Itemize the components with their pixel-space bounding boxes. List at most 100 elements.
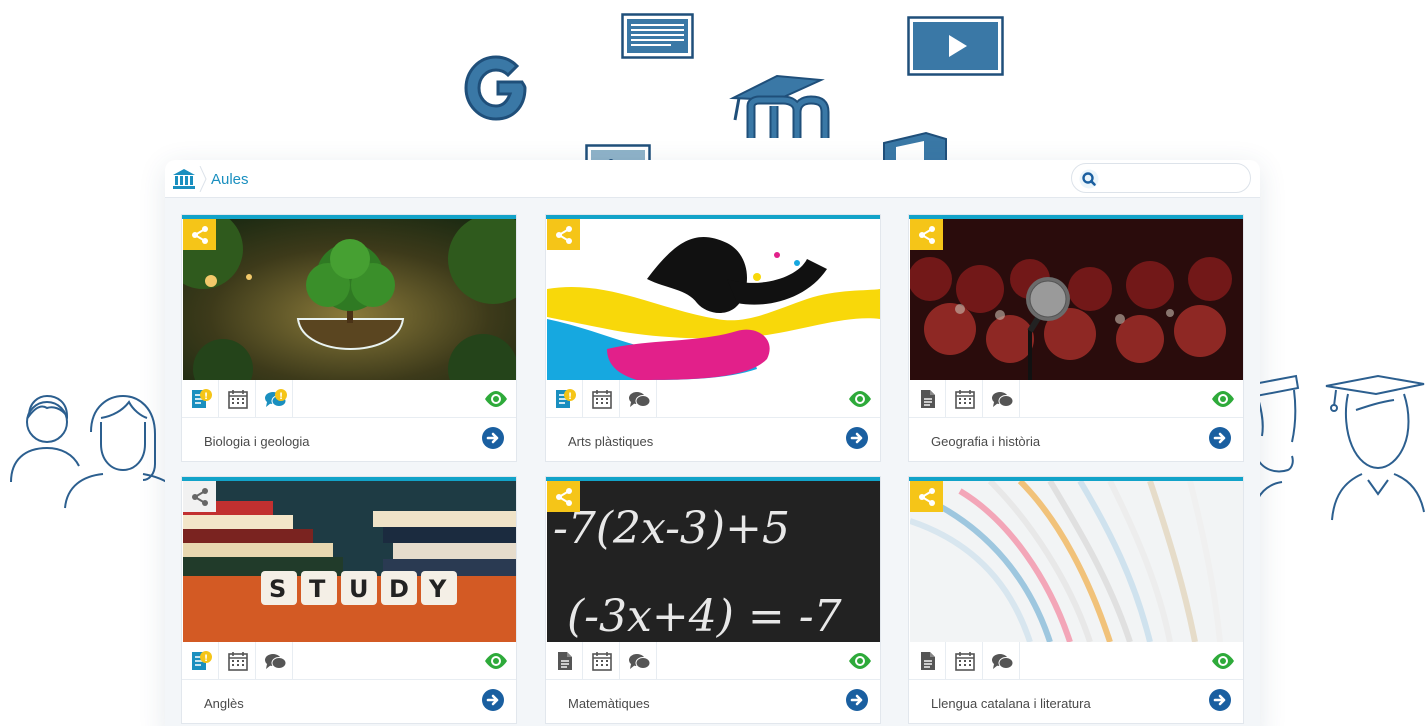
notes-tool[interactable]: [546, 642, 583, 680]
calendar-tool[interactable]: [219, 380, 256, 418]
course-card[interactable]: Geografia i història: [908, 214, 1244, 462]
chat-tool[interactable]: [983, 642, 1020, 680]
breadcrumb-aules[interactable]: Aules: [211, 171, 249, 188]
share-button[interactable]: [183, 481, 216, 512]
chat-icon: [629, 392, 651, 407]
eye-icon[interactable]: [1211, 388, 1235, 410]
notes-tool[interactable]: [909, 642, 946, 680]
course-card[interactable]: S T U D Y ! Anglès: [181, 476, 517, 724]
breadcrumb-separator-icon: [199, 166, 207, 192]
arrow-right-circle-icon[interactable]: [482, 427, 504, 449]
course-title[interactable]: Biologia i geologia: [204, 434, 310, 449]
moodle-icon: [729, 74, 830, 138]
notes-tool[interactable]: [909, 380, 946, 418]
course-title[interactable]: Llengua catalana i literatura: [931, 696, 1091, 711]
share-icon: [556, 488, 572, 506]
chat-icon: [629, 654, 651, 669]
search-icon[interactable]: [1079, 169, 1099, 189]
svg-text:S: S: [269, 575, 286, 603]
arrow-right-circle-icon[interactable]: [846, 427, 868, 449]
course-thumbnail[interactable]: [183, 219, 516, 380]
chat-tool[interactable]: [256, 642, 293, 680]
course-thumbnail[interactable]: S T U D Y: [183, 481, 516, 642]
chat-tool[interactable]: [983, 380, 1020, 418]
calendar-tool[interactable]: [583, 642, 620, 680]
calendar-icon: [592, 390, 612, 409]
chat-icon: [992, 392, 1014, 407]
course-title[interactable]: Geografia i història: [931, 434, 1040, 449]
google-icon: [464, 55, 527, 121]
people-left-illustration: [10, 394, 174, 509]
arrow-right-circle-icon[interactable]: [482, 689, 504, 711]
course-card[interactable]: ! ! Biologia i geologia: [181, 214, 517, 462]
chat-icon: [265, 654, 287, 669]
stage: Aules ! ! Biologia i geologia ! Arts plà…: [0, 0, 1427, 726]
card-toolbar: !: [182, 642, 516, 680]
eye-icon[interactable]: [1211, 650, 1235, 672]
course-card[interactable]: Llengua catalana i literatura: [908, 476, 1244, 724]
share-button[interactable]: [910, 219, 943, 250]
chat-icon: [992, 654, 1014, 669]
document-icon: [921, 652, 935, 670]
chat-tool[interactable]: [620, 380, 657, 418]
course-card[interactable]: ! Arts plàstiques: [545, 214, 881, 462]
svg-text:!: !: [204, 392, 208, 402]
chat-tool[interactable]: [620, 642, 657, 680]
chat-alert-icon: !: [265, 389, 287, 407]
card-toolbar: [909, 642, 1243, 680]
chat-tool[interactable]: !: [256, 380, 293, 418]
calendar-tool[interactable]: [219, 642, 256, 680]
notes-tool[interactable]: !: [546, 380, 583, 418]
document-icon: [621, 13, 694, 59]
course-title[interactable]: Arts plàstiques: [568, 434, 653, 449]
notes-alert-icon: !: [192, 389, 212, 408]
course-thumbnail[interactable]: -7(2x-3)+5 (-3x+4) = -7: [547, 481, 880, 642]
top-bar: Aules: [165, 160, 1260, 198]
course-title[interactable]: Anglès: [204, 696, 244, 711]
calendar-icon: [592, 652, 612, 671]
course-card[interactable]: -7(2x-3)+5 (-3x+4) = -7 Matemàtiques: [545, 476, 881, 724]
arrow-right-circle-icon[interactable]: [1209, 689, 1231, 711]
share-icon: [919, 226, 935, 244]
course-thumbnail[interactable]: [547, 219, 880, 380]
people-right-illustration: [1252, 374, 1425, 521]
eye-icon[interactable]: [484, 650, 508, 672]
calendar-tool[interactable]: [583, 380, 620, 418]
arrow-right-circle-icon[interactable]: [1209, 427, 1231, 449]
svg-text:!: !: [279, 392, 283, 402]
search-input[interactable]: [1071, 163, 1251, 193]
eye-icon[interactable]: [848, 650, 872, 672]
classrooms-panel: Aules ! ! Biologia i geologia ! Arts plà…: [165, 160, 1260, 726]
calendar-tool[interactable]: [946, 380, 983, 418]
calendar-tool[interactable]: [946, 642, 983, 680]
svg-text:(-3x+4) = -7: (-3x+4) = -7: [567, 591, 842, 642]
share-icon: [556, 226, 572, 244]
calendar-icon: [228, 390, 248, 409]
share-button[interactable]: [910, 481, 943, 512]
notes-tool[interactable]: !: [182, 380, 219, 418]
share-button[interactable]: [547, 219, 580, 250]
calendar-icon: [955, 652, 975, 671]
card-toolbar: !: [546, 380, 880, 418]
notes-alert-icon: !: [556, 389, 576, 408]
course-title[interactable]: Matemàtiques: [568, 696, 650, 711]
svg-text:-7(2x-3)+5: -7(2x-3)+5: [553, 503, 790, 554]
course-thumbnail[interactable]: [910, 481, 1243, 642]
svg-text:U: U: [349, 575, 369, 603]
share-button[interactable]: [547, 481, 580, 512]
arrow-right-circle-icon[interactable]: [846, 689, 868, 711]
eye-icon[interactable]: [484, 388, 508, 410]
institution-icon[interactable]: [172, 168, 196, 190]
card-toolbar: [909, 380, 1243, 418]
notes-tool[interactable]: !: [182, 642, 219, 680]
course-thumbnail[interactable]: [910, 219, 1243, 380]
share-icon: [192, 226, 208, 244]
svg-text:D: D: [389, 575, 409, 603]
document-icon: [921, 390, 935, 408]
svg-text:T: T: [309, 575, 326, 603]
calendar-icon: [955, 390, 975, 409]
document-icon: [558, 652, 572, 670]
eye-icon[interactable]: [848, 388, 872, 410]
share-icon: [919, 488, 935, 506]
share-button[interactable]: [183, 219, 216, 250]
